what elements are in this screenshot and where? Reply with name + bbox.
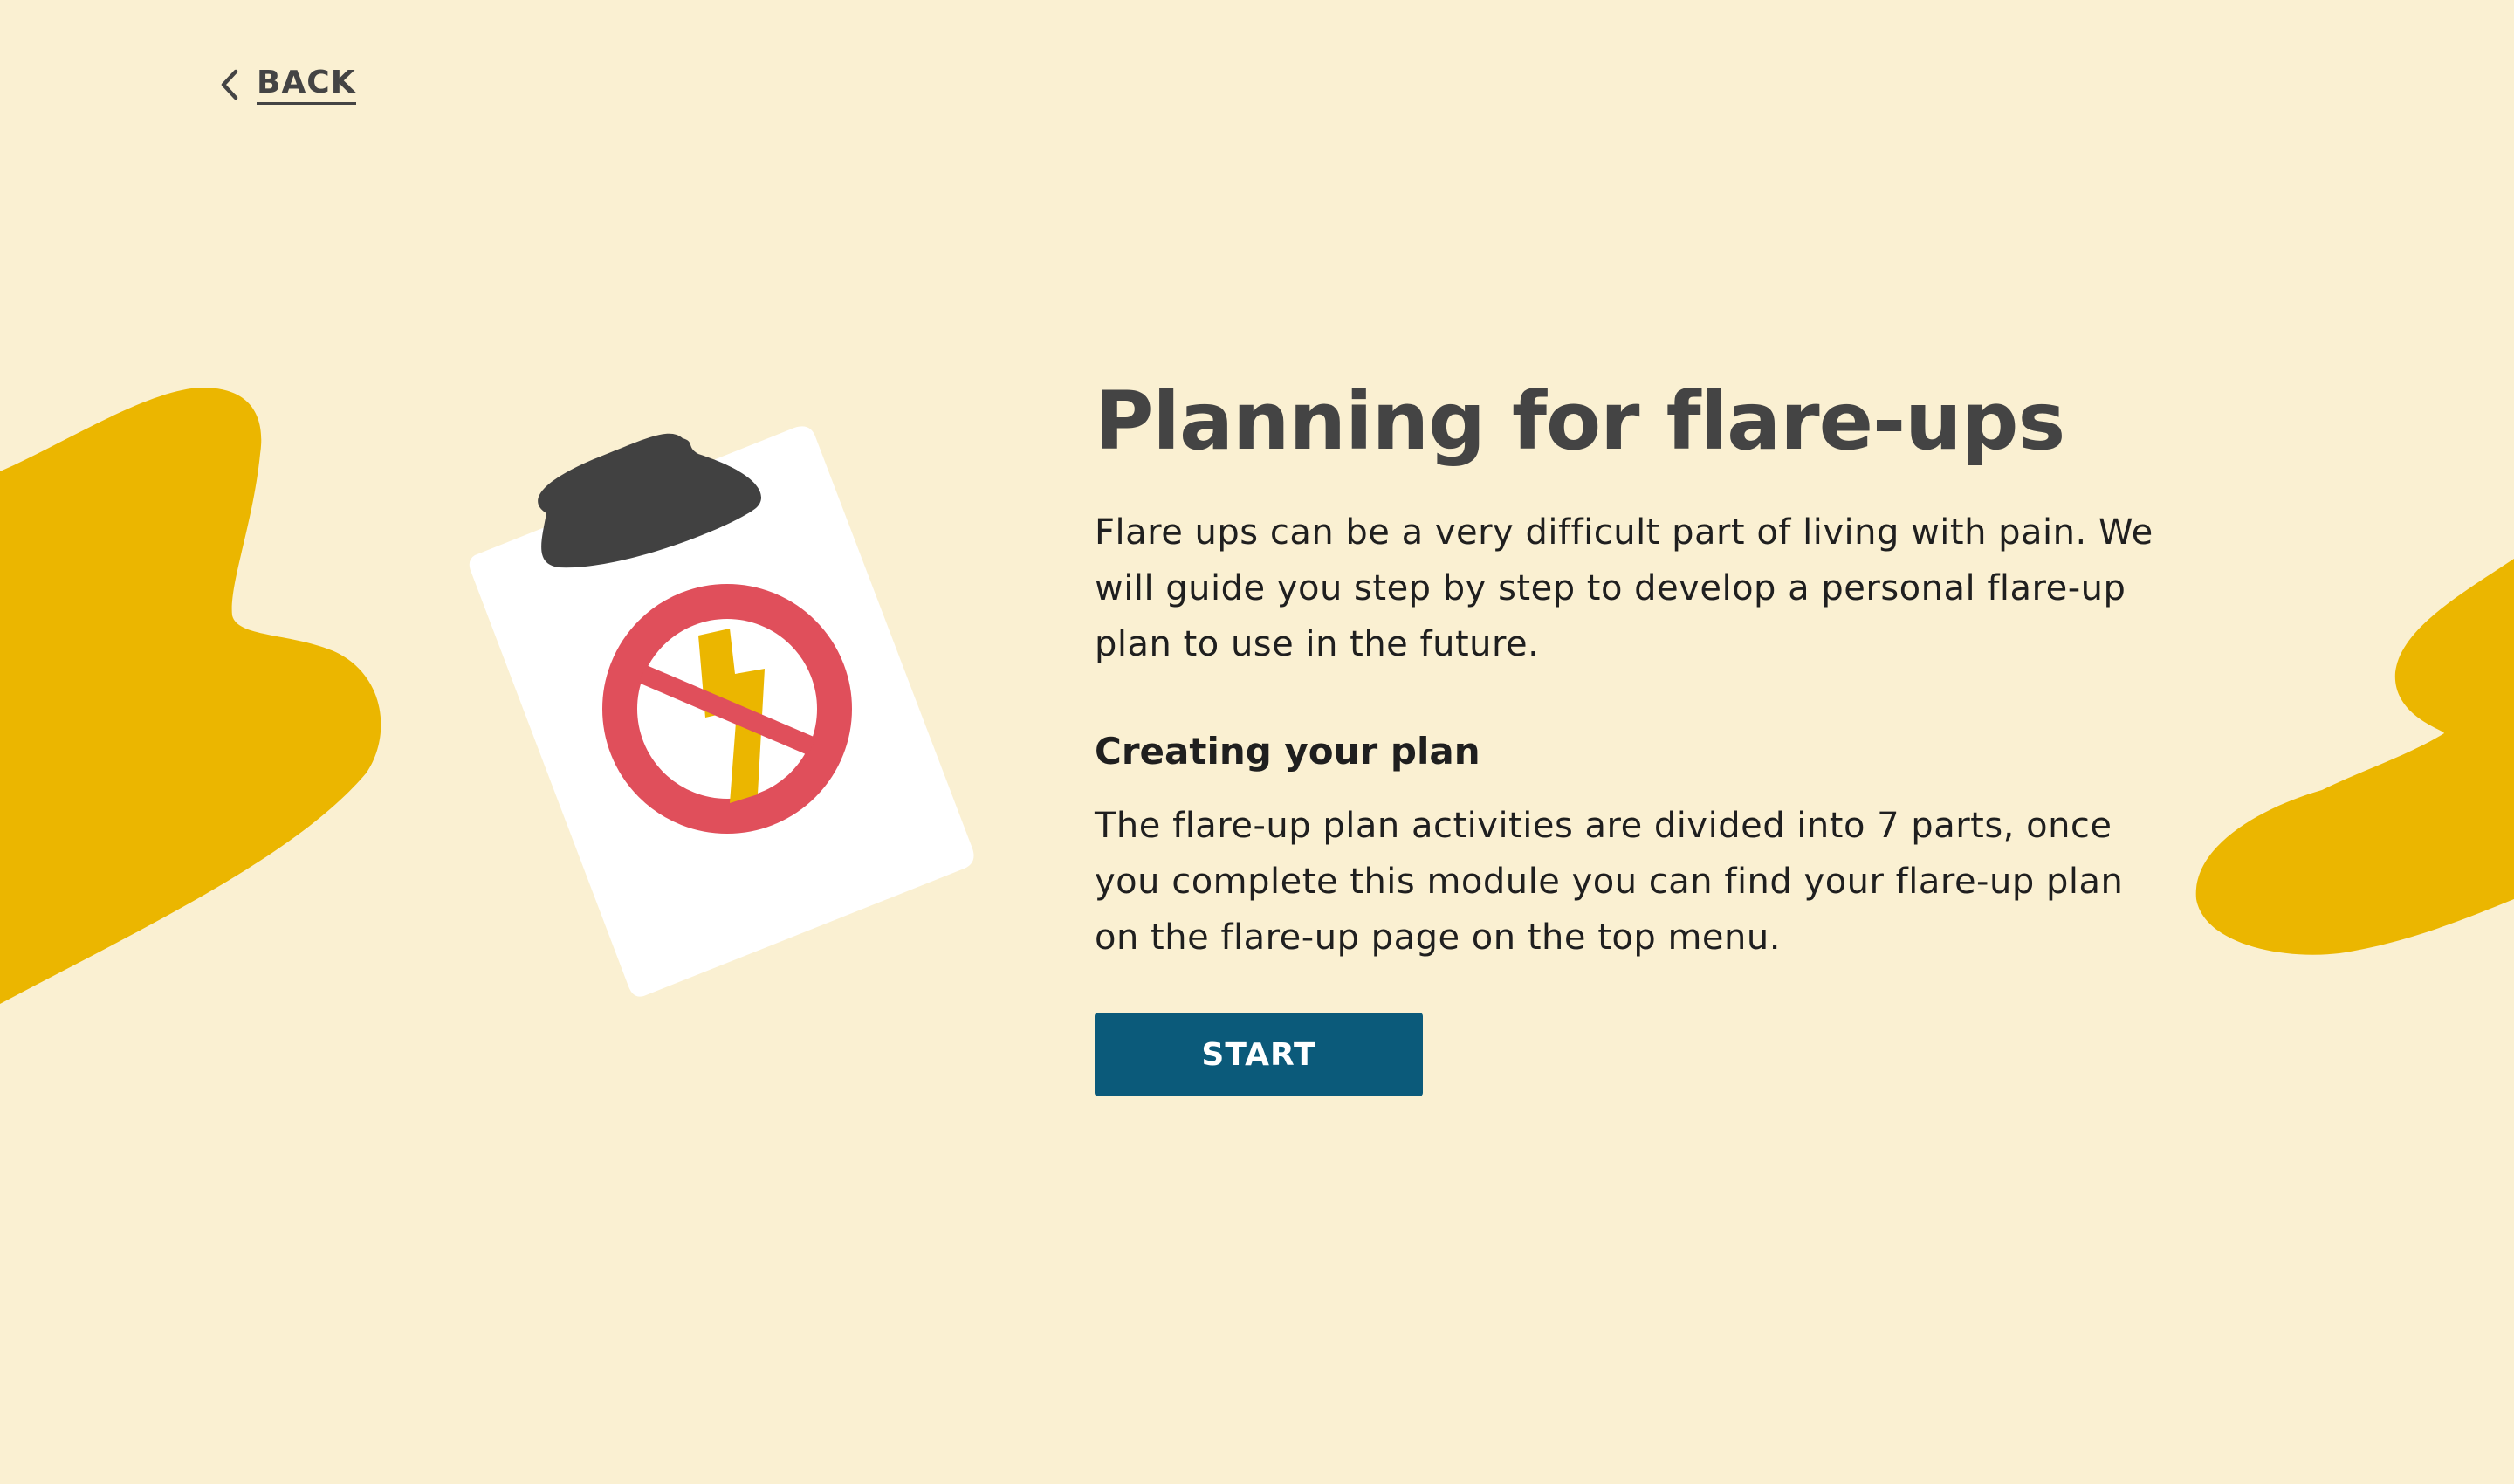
section-paragraph: The flare-up plan activities are divided… bbox=[1095, 806, 2124, 958]
intro-content: Planning for flare-ups Flare ups can be … bbox=[1095, 374, 2177, 1097]
start-button[interactable]: START bbox=[1095, 1013, 1423, 1097]
intro-paragraph: Flare ups can be a very difficult part o… bbox=[1095, 512, 2153, 664]
chevron-left-icon bbox=[221, 69, 238, 100]
clipboard-no-flare-icon bbox=[469, 426, 974, 997]
page-title: Planning for flare-ups bbox=[1095, 374, 2065, 468]
section-heading: Creating your plan bbox=[1095, 729, 1480, 773]
decorative-blob-left bbox=[0, 388, 381, 1004]
back-label: BACK bbox=[257, 65, 356, 106]
back-link[interactable]: BACK bbox=[218, 65, 356, 106]
decorative-blob-right bbox=[2195, 559, 2514, 955]
